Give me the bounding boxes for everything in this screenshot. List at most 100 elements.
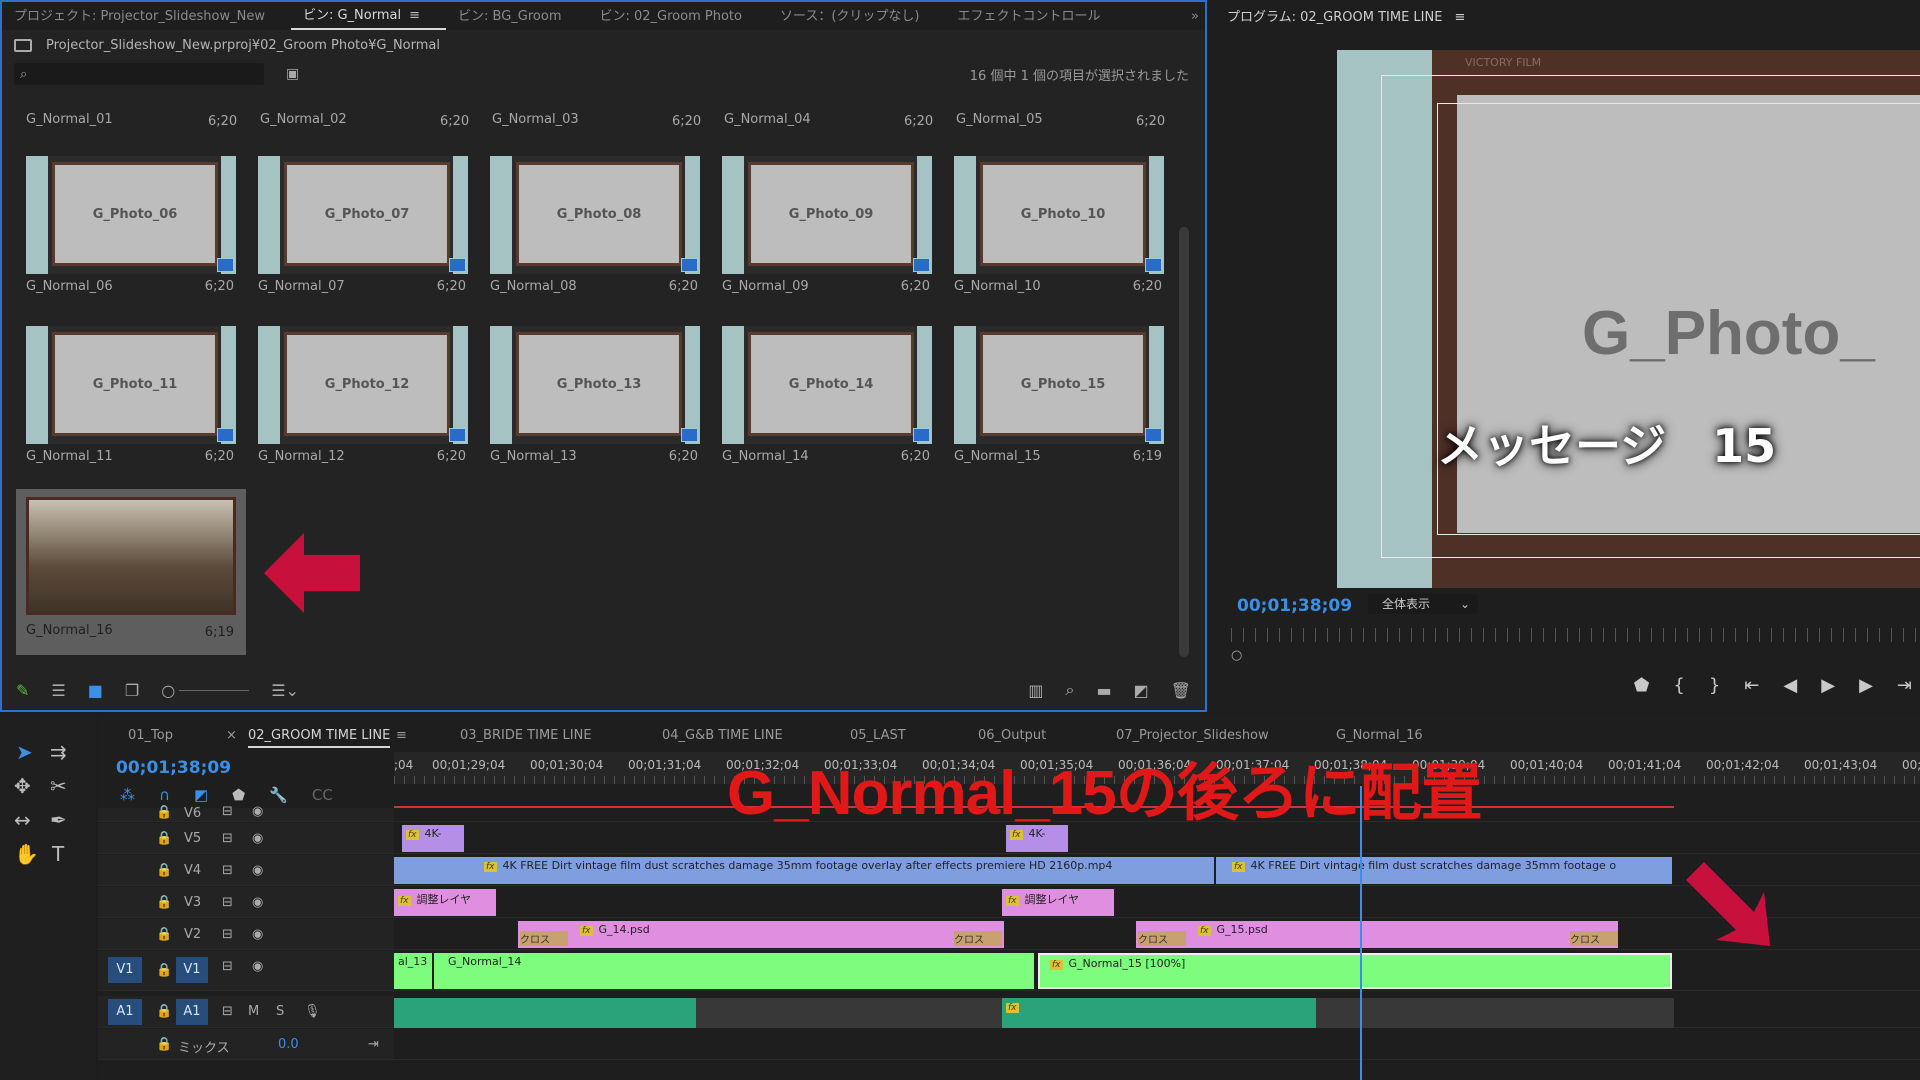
sort-icon[interactable]: ☰⌄: [271, 681, 299, 700]
zoom-slider[interactable]: ○: [161, 681, 250, 700]
tab-source[interactable]: ソース：(クリップなし): [768, 5, 946, 30]
tab-bin-g-normal[interactable]: ビン: G_Normal ≡: [290, 4, 446, 30]
find-icon[interactable]: ⌕: [1065, 680, 1074, 700]
new-bin-icon[interactable]: ▬: [1096, 681, 1111, 700]
new-search-bin-icon[interactable]: ▣: [286, 66, 299, 82]
tab-project[interactable]: プロジェクト: Projector_Slideshow_New: [2, 5, 291, 30]
program-video-frame[interactable]: VICTORY FILM G_Photo_ メッセージ 15: [1337, 50, 1920, 588]
tab-effect-controls[interactable]: エフェクトコントロール: [945, 5, 1126, 30]
tab-bin-groom-photo[interactable]: ビン: 02_Groom Photo: [587, 5, 767, 30]
clip[interactable]: al_13: [394, 953, 432, 989]
audio-clip[interactable]: fx: [1002, 998, 1316, 1028]
program-scrub-ruler[interactable]: [1231, 628, 1920, 642]
trash-icon[interactable]: 🗑: [1171, 681, 1191, 700]
transition[interactable]: クロス: [1570, 931, 1618, 946]
type-tool-icon[interactable]: T: [52, 842, 64, 866]
item-thumbnail[interactable]: G_Photo_07: [258, 156, 468, 274]
track-a1[interactable]: A1 🔒 A1 ⊟ M S 🎙 fx: [98, 996, 1920, 1028]
clip[interactable]: fx 調整レイヤ: [394, 889, 496, 916]
search-input[interactable]: ⌕: [14, 63, 264, 85]
mark-in-icon[interactable]: {: [1673, 675, 1684, 699]
selected-item-photo[interactable]: [26, 497, 236, 615]
bin-item[interactable]: G_Photo_06 G_Normal_06 6;20: [16, 136, 238, 306]
folder-icon[interactable]: [14, 38, 32, 52]
mark-out-icon[interactable]: }: [1709, 675, 1720, 699]
tab-sequence[interactable]: 05_LAST: [850, 728, 906, 743]
bin-item[interactable]: G_Photo_11 G_Normal_11 6;20: [16, 306, 238, 476]
track-v1[interactable]: V1 🔒 V1 ⊟ ◉ al_13 G_Normal_14 fx G_Normal_…: [98, 951, 1920, 991]
track-v3[interactable]: 🔒 V3 ⊟ ◉ fx 調整レイヤ fx 調整レイヤ: [98, 887, 1920, 918]
bin-item[interactable]: G_Photo_07 G_Normal_07 6;20: [248, 136, 470, 306]
tab-sequence[interactable]: 01_Top: [128, 728, 173, 743]
item-thumbnail[interactable]: G_Photo_14: [722, 326, 932, 444]
transition[interactable]: クロス: [954, 931, 1002, 946]
clip[interactable]: fx 4K-: [402, 825, 464, 852]
nest-icon[interactable]: ⁂: [120, 786, 135, 804]
bin-item[interactable]: G_Photo_13 G_Normal_13 6;20: [480, 306, 702, 476]
icon-view-icon[interactable]: ■: [88, 681, 103, 700]
bin-item[interactable]: G_Photo_12 G_Normal_12 6;20: [248, 306, 470, 476]
item-thumbnail[interactable]: G_Photo_15: [954, 326, 1164, 444]
hand-tool-icon[interactable]: ✋: [14, 842, 39, 866]
tab-sequence[interactable]: 07_Projector_Slideshow: [1116, 728, 1269, 743]
tab-sequence[interactable]: 06_Output: [978, 728, 1046, 743]
timeline-timecode[interactable]: 00;01;38;09: [116, 758, 231, 778]
transition[interactable]: クロス: [1138, 931, 1186, 946]
linked-selection-icon[interactable]: ◩: [194, 786, 208, 804]
tab-bin-bg-groom[interactable]: ビン: BG_Groom: [446, 5, 587, 30]
audio-clip[interactable]: [394, 998, 696, 1028]
clip[interactable]: fx 4K FREE Dirt vintage film dust scratch…: [394, 857, 1214, 884]
clip[interactable]: fx G_15.psd: [1136, 921, 1618, 948]
slip-tool-icon[interactable]: ↔: [14, 808, 31, 832]
selected-bin-item[interactable]: G_Normal_16 6;19: [16, 489, 246, 655]
bin-item[interactable]: G_Photo_09 G_Normal_09 6;20: [712, 136, 934, 306]
fit-select[interactable]: 全体表示 ⌄: [1368, 594, 1478, 614]
more-tabs-icon[interactable]: »: [1179, 9, 1205, 30]
item-thumbnail[interactable]: G_Photo_08: [490, 156, 700, 274]
item-thumbnail[interactable]: G_Photo_11: [26, 326, 236, 444]
list-view-icon[interactable]: ☰: [51, 681, 65, 700]
snap-icon[interactable]: ∩: [159, 786, 170, 804]
item-thumbnail[interactable]: G_Photo_06: [26, 156, 236, 274]
add-marker-icon[interactable]: ⬟: [232, 786, 245, 804]
clip[interactable]: fx G_14.psd: [518, 921, 1004, 948]
pencil-icon[interactable]: ✎: [16, 681, 29, 700]
tab-sequence-active[interactable]: 02_GROOM TIME LINE: [248, 728, 391, 748]
go-to-in-icon[interactable]: ⇤: [1744, 675, 1759, 699]
playhead-handle-icon[interactable]: ○: [1231, 648, 1242, 663]
track-v4[interactable]: 🔒 V4 ⊟ ◉ fx 4K FREE Dirt vintage film dust s…: [98, 855, 1920, 886]
wrench-icon[interactable]: 🔧: [269, 786, 288, 804]
captions-icon[interactable]: CC: [312, 786, 333, 804]
panel-menu-icon[interactable]: ≡: [409, 8, 420, 23]
bin-item[interactable]: G_Photo_10 G_Normal_10 6;20: [944, 136, 1166, 306]
clip[interactable]: fx 4K FREE Dirt vintage film dust scratch…: [1216, 857, 1672, 884]
automate-icon[interactable]: ▥: [1028, 681, 1043, 700]
tab-sequence[interactable]: 03_BRIDE TIME LINE: [460, 728, 592, 743]
razor-tool-icon[interactable]: ✂: [50, 774, 67, 798]
step-forward-icon[interactable]: ▶: [1859, 675, 1873, 699]
track-select-tool-icon[interactable]: ⇉: [50, 740, 67, 764]
bin-item[interactable]: G_Photo_08 G_Normal_08 6;20: [480, 136, 702, 306]
pen-tool-icon[interactable]: ✒: [50, 808, 67, 832]
freeform-view-icon[interactable]: ❐: [125, 681, 139, 700]
program-timecode[interactable]: 00;01;38;09: [1237, 596, 1352, 616]
track-v2[interactable]: 🔒 V2 ⊟ ◉ fx G_14.psd クロス クロス fx G_15.psd クロス …: [98, 919, 1920, 950]
item-thumbnail[interactable]: G_Photo_13: [490, 326, 700, 444]
selection-tool-icon[interactable]: ➤: [16, 740, 33, 764]
ripple-edit-tool-icon[interactable]: ✥: [14, 774, 31, 798]
panel-menu-icon[interactable]: ≡: [1454, 10, 1465, 25]
transition[interactable]: クロス: [520, 931, 568, 946]
item-thumbnail[interactable]: G_Photo_10: [954, 156, 1164, 274]
vertical-scrollbar[interactable]: [1179, 227, 1189, 657]
add-marker-icon[interactable]: ⬟: [1634, 675, 1650, 699]
panel-menu-icon[interactable]: ≡: [396, 728, 407, 743]
clip[interactable]: fx 調整レイヤ: [1002, 889, 1114, 916]
step-back-icon[interactable]: ◀: [1783, 675, 1797, 699]
clip[interactable]: G_Normal_14: [434, 953, 1034, 989]
clip-selected[interactable]: fx G_Normal_15 [100%]: [1038, 953, 1672, 989]
item-thumbnail[interactable]: G_Photo_12: [258, 326, 468, 444]
new-item-icon[interactable]: ◩: [1134, 681, 1149, 700]
play-icon[interactable]: ▶: [1821, 675, 1835, 699]
close-icon[interactable]: ×: [226, 728, 237, 743]
item-thumbnail[interactable]: G_Photo_09: [722, 156, 932, 274]
